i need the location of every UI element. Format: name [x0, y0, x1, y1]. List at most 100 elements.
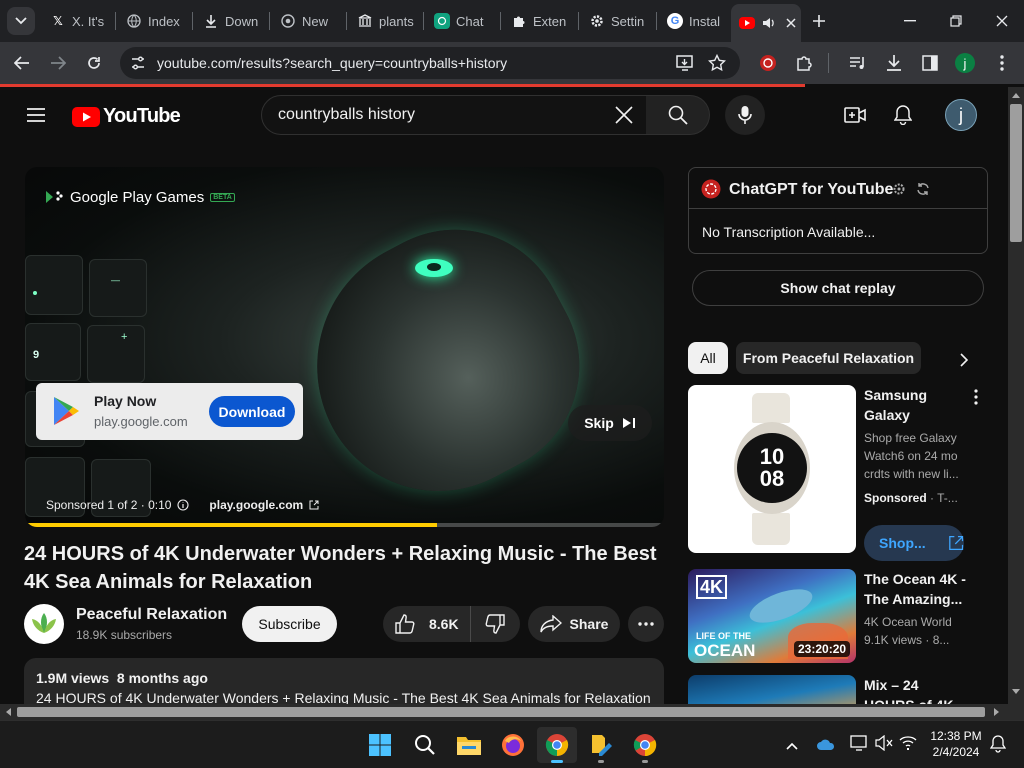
video-player[interactable]: — + 9 Google Play Games BETA Play Now pl… — [25, 167, 664, 527]
ad-sponsored-text: Sponsored 1 of 2 · 0:10 — [46, 498, 172, 512]
chatgpt-extension-icon[interactable] — [754, 49, 782, 77]
scroll-up-arrow-icon[interactable] — [1012, 92, 1020, 98]
chrome-app-active[interactable] — [537, 727, 577, 763]
onedrive-tray-icon[interactable] — [816, 737, 836, 756]
site-info-icon[interactable] — [130, 55, 146, 76]
horizontal-scrollbar[interactable] — [0, 704, 1008, 720]
forward-button[interactable] — [44, 49, 72, 77]
like-button[interactable]: 8.6K — [383, 606, 471, 642]
notifications-button[interactable] — [883, 95, 923, 135]
sidebar-video-item[interactable]: 4K LIFE OF THE OCEAN 23:20:20 The Ocean … — [688, 569, 1008, 663]
video-channel[interactable]: 4K Ocean World — [864, 613, 966, 631]
file-explorer-app[interactable] — [449, 727, 489, 763]
shop-button[interactable]: Shop... — [864, 525, 964, 561]
media-controls-button[interactable] — [844, 49, 872, 77]
subscribe-button[interactable]: Subscribe — [242, 606, 337, 642]
guide-menu-button[interactable] — [16, 95, 56, 135]
skip-ad-button[interactable]: Skip — [568, 405, 652, 441]
clear-search-button[interactable] — [614, 105, 634, 130]
side-panel-button[interactable] — [916, 49, 944, 77]
refresh-icon[interactable] — [916, 182, 930, 196]
ad-title[interactable]: Samsung Galaxy Watch... — [864, 385, 966, 425]
chip-all[interactable]: All — [688, 342, 728, 374]
ad-card[interactable]: Play Now play.google.com Download — [36, 383, 303, 440]
kebab-menu-icon[interactable] — [974, 389, 978, 405]
channel-avatar[interactable] — [24, 604, 64, 644]
display-tray-icon[interactable] — [850, 735, 868, 756]
scroll-right-arrow-icon[interactable] — [994, 708, 1000, 716]
info-icon[interactable] — [177, 499, 189, 511]
tray-overflow-button[interactable] — [786, 737, 798, 755]
browser-tab[interactable]: New — [272, 6, 342, 36]
share-button[interactable]: Share — [528, 606, 620, 642]
more-actions-button[interactable] — [628, 606, 664, 642]
ad-domain-link[interactable]: play.google.com — [209, 498, 303, 512]
channel-name[interactable]: Peaceful Relaxation — [76, 606, 227, 624]
browser-tab[interactable]: plants — [349, 6, 419, 36]
description-box[interactable]: 1.9M views 8 months ago 24 HOURS of 4K U… — [24, 658, 664, 704]
bookmark-star-icon[interactable] — [707, 53, 727, 77]
browser-tab-active[interactable] — [731, 4, 801, 42]
sidebar-ad-item[interactable]: 10 08 Samsung Galaxy Watch... Shop free … — [688, 385, 1008, 561]
browser-tab[interactable]: Chat — [426, 6, 496, 36]
browser-tab[interactable]: G Instal — [659, 6, 729, 36]
browser-tab[interactable]: Down — [195, 6, 265, 36]
browser-tab[interactable]: Exten — [503, 6, 575, 36]
tab-search-button[interactable] — [7, 7, 35, 35]
reload-button[interactable] — [80, 49, 108, 77]
browser-menu-button[interactable] — [988, 49, 1016, 77]
browser-tab[interactable]: Settin — [581, 6, 653, 36]
bell-icon — [989, 735, 1007, 753]
browser-tab[interactable]: Index — [118, 6, 188, 36]
dislike-button[interactable] — [471, 606, 519, 642]
sponsor-extra: · T-... — [926, 491, 958, 505]
horizontal-scroll-thumb[interactable] — [17, 707, 985, 717]
scroll-left-arrow-icon[interactable] — [5, 708, 11, 716]
new-tab-button[interactable] — [806, 8, 832, 34]
voice-search-button[interactable] — [725, 95, 765, 135]
search-box[interactable]: countryballs history — [261, 95, 647, 135]
plus-icon — [813, 15, 825, 27]
notes-app[interactable] — [581, 727, 621, 763]
minimize-button[interactable] — [890, 6, 930, 36]
volume-muted-tray-icon[interactable] — [875, 734, 893, 756]
video-thumbnail[interactable]: 4K LIFE OF THE OCEAN 23:20:20 — [688, 569, 856, 663]
install-app-icon[interactable] — [676, 54, 694, 77]
download-button[interactable]: Download — [209, 396, 295, 427]
show-chat-replay-button[interactable]: Show chat replay — [692, 270, 984, 306]
search-input[interactable]: countryballs history — [278, 106, 415, 124]
create-button[interactable] — [835, 95, 875, 135]
video-title[interactable]: The Ocean 4K - The Amazing... — [864, 569, 966, 609]
vertical-scroll-thumb[interactable] — [1010, 104, 1022, 242]
search-button[interactable] — [646, 95, 710, 135]
chip-from-channel[interactable]: From Peaceful Relaxation — [736, 342, 921, 374]
address-bar[interactable]: youtube.com/results?search_query=country… — [120, 47, 740, 79]
mix-title[interactable]: Mix – 24 HOURS of 4K... — [864, 675, 966, 704]
extensions-button[interactable] — [790, 49, 818, 77]
vertical-scrollbar[interactable] — [1008, 87, 1024, 704]
speaker-icon[interactable] — [761, 15, 777, 31]
close-window-button[interactable] — [982, 6, 1022, 36]
firefox-app[interactable] — [493, 727, 533, 763]
restore-button[interactable] — [936, 6, 976, 36]
clock[interactable]: 12:38 PM 2/4/2024 — [928, 728, 984, 760]
start-button[interactable] — [360, 727, 400, 763]
sidebar-mix-item[interactable]: Mix – 24 HOURS of 4K... — [688, 675, 1008, 704]
taskbar-search-button[interactable] — [405, 727, 445, 763]
youtube-logo[interactable]: YouTube — [72, 105, 181, 128]
back-button[interactable] — [8, 49, 36, 77]
mix-thumbnail[interactable] — [688, 675, 856, 704]
browser-tab[interactable]: 𝕏 X. It's — [42, 6, 110, 36]
close-tab-icon[interactable] — [783, 15, 799, 31]
scroll-down-arrow-icon[interactable] — [1012, 689, 1020, 695]
notifications-tray-button[interactable] — [989, 735, 1007, 758]
downloads-button[interactable] — [880, 49, 908, 77]
url-text[interactable]: youtube.com/results?search_query=country… — [157, 55, 507, 71]
ad-thumbnail[interactable]: 10 08 — [688, 385, 856, 553]
settings-gear-icon[interactable] — [892, 182, 906, 196]
account-avatar[interactable]: j — [945, 99, 977, 131]
chips-next-button[interactable] — [952, 348, 976, 372]
profile-avatar[interactable]: j — [955, 53, 975, 73]
network-tray-icon[interactable] — [899, 735, 917, 756]
chrome-app-2[interactable] — [625, 727, 665, 763]
